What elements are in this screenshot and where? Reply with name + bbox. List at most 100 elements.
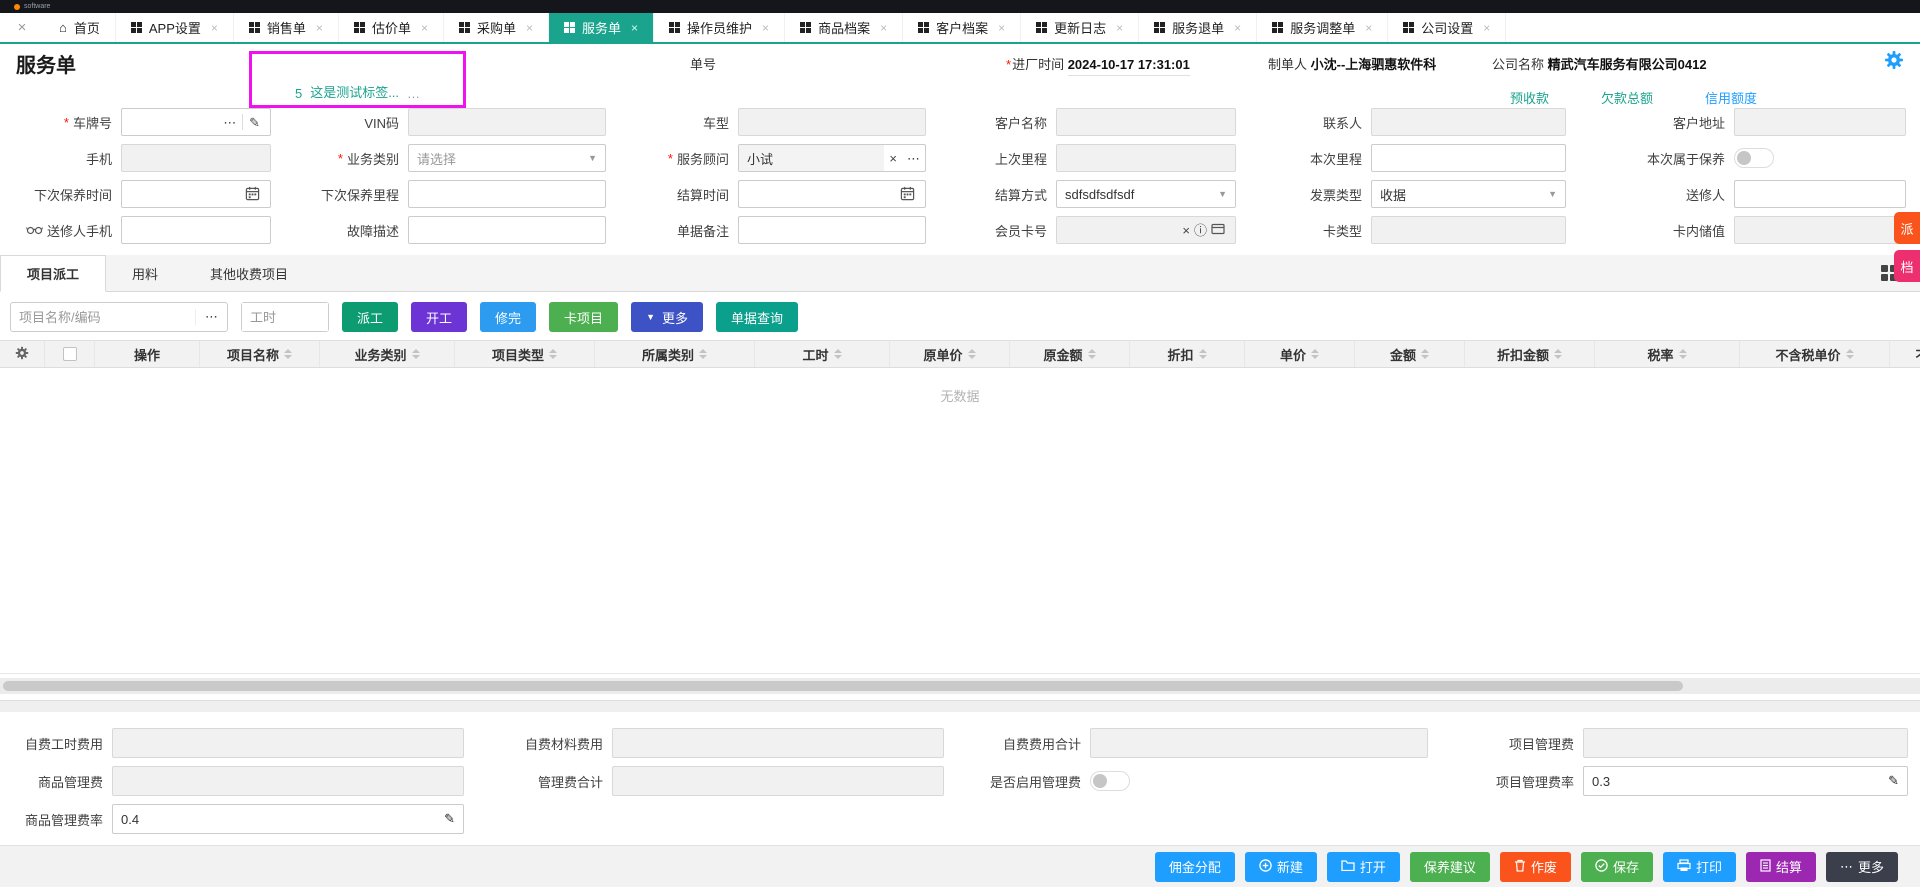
sort-icon[interactable] [1554,349,1562,359]
sort-icon[interactable] [1421,349,1429,359]
card-icon[interactable] [1209,223,1227,237]
maintenance-advice-button[interactable]: 保养建议 [1410,852,1490,882]
commission-button[interactable]: 佣金分配 [1155,852,1235,882]
arrears-link[interactable]: 欠款总额 [1601,88,1653,107]
print-button[interactable]: 打印 [1663,852,1736,882]
more-button[interactable]: ▼ 更多 [631,302,703,332]
sort-icon[interactable] [1679,349,1687,359]
tab-service-return[interactable]: 服务退单 × [1139,13,1257,42]
tag-text[interactable]: 这是测试标签... [310,82,399,101]
sort-icon[interactable] [699,349,707,359]
advisor-field[interactable]: 小试 × ⋯ [738,144,926,172]
lookup-ellipsis-icon[interactable]: ⋯ [195,309,227,325]
entry-time-value[interactable]: 2024-10-17 17:31:01 [1068,57,1190,76]
footer-more-button[interactable]: ⋯ 更多 [1826,852,1898,882]
clear-icon[interactable]: × [884,152,902,165]
lookup-ellipsis-icon[interactable]: ⋯ [221,116,238,129]
tab-project-dispatch[interactable]: 项目派工 [0,255,106,292]
close-tab-icon[interactable]: × [526,21,533,35]
tab-purchase-order[interactable]: 采购单 × [444,13,549,42]
tab-other-charges[interactable]: 其他收费项目 [184,255,314,291]
tab-company-settings[interactable]: 公司设置 × [1388,13,1506,42]
order-query-button[interactable]: 单据查询 [716,302,798,332]
close-tab-icon[interactable]: × [1483,21,1490,35]
tab-quote-order[interactable]: 估价单 × [339,13,444,42]
close-tab-icon[interactable]: × [1116,21,1123,35]
next-maintain-time-input[interactable] [130,181,243,207]
start-work-button[interactable]: 开工 [411,302,467,332]
sort-icon[interactable] [284,349,292,359]
remark-input[interactable] [747,217,917,243]
save-button[interactable]: 保存 [1581,852,1653,882]
close-tab-icon[interactable]: × [316,21,323,35]
tab-operator-maintenance[interactable]: 操作员维护 × [654,13,785,42]
open-button[interactable]: 打开 [1327,852,1400,882]
prepaid-link[interactable]: 预收款 [1510,88,1549,107]
tab-service-adjustment[interactable]: 服务调整单 × [1257,13,1388,42]
gear-icon[interactable] [15,346,29,363]
sort-icon[interactable] [1199,349,1207,359]
dispatch-button[interactable]: 派工 [342,302,398,332]
invoice-type-select[interactable]: 收据 ▼ [1371,180,1566,208]
tab-app-settings[interactable]: APP设置 × [116,13,234,42]
settings-gear-icon[interactable] [1884,50,1904,73]
card-item-button[interactable]: 卡项目 [549,302,618,332]
tab-materials[interactable]: 用料 [106,255,184,291]
close-tab-icon[interactable]: × [762,21,769,35]
new-button[interactable]: 新建 [1245,852,1317,882]
sort-icon[interactable] [549,349,557,359]
close-all-tabs-icon[interactable]: × [0,13,44,42]
close-tab-icon[interactable]: × [1365,21,1372,35]
sort-icon[interactable] [1088,349,1096,359]
sender-phone-input[interactable] [130,217,262,243]
tab-home[interactable]: ⌂ 首页 [44,13,116,42]
horizontal-scrollbar-thumb[interactable] [3,681,1683,691]
sort-icon[interactable] [1311,349,1319,359]
tab-sales-order[interactable]: 销售单 × [234,13,339,42]
sort-icon[interactable] [412,349,420,359]
mileage-input[interactable] [1380,145,1557,171]
enable-fee-toggle[interactable] [1090,771,1130,791]
archive-side-badge[interactable]: 档 [1894,250,1920,282]
tag-more-icon[interactable]: … [407,86,420,101]
info-icon[interactable]: ⓘ [1192,224,1209,237]
sort-icon[interactable] [834,349,842,359]
close-tab-icon[interactable]: × [1234,21,1241,35]
void-button[interactable]: 作废 [1500,852,1571,882]
select-all-checkbox[interactable] [63,347,77,361]
close-tab-icon[interactable]: × [421,21,428,35]
next-maintain-mileage-input[interactable] [417,181,597,207]
tab-goods-archive[interactable]: 商品档案 × [785,13,903,42]
finish-work-button[interactable]: 修完 [480,302,536,332]
dispatch-side-badge[interactable]: 派 [1894,212,1920,244]
horizontal-scrollbar-track[interactable] [0,678,1920,694]
sort-icon[interactable] [1846,349,1854,359]
settle-time-input[interactable] [747,181,898,207]
close-tab-icon[interactable]: × [211,21,218,35]
settle-method-select[interactable]: sdfsdfsdfsdf ▼ [1056,180,1236,208]
close-tab-icon[interactable]: × [880,21,887,35]
glasses-icon[interactable] [26,223,43,238]
close-tab-icon[interactable]: × [998,21,1005,35]
tab-customer-archive[interactable]: 客户档案 × [903,13,1021,42]
calendar-icon[interactable] [243,186,262,203]
sender-input[interactable] [1743,181,1897,207]
edit-pencil-icon[interactable]: ✎ [440,811,455,827]
settle-button[interactable]: 结算 [1746,852,1816,882]
fault-desc-input[interactable] [417,217,597,243]
biz-type-select[interactable]: 请选择 ▼ [408,144,606,172]
edit-pencil-icon[interactable]: ✎ [1884,773,1899,789]
calendar-icon[interactable] [898,186,917,203]
credit-link[interactable]: 信用额度 [1705,88,1757,107]
lookup-ellipsis-icon[interactable]: ⋯ [902,152,925,165]
clear-icon[interactable]: × [1180,224,1192,237]
close-tab-icon[interactable]: × [631,21,638,35]
tab-service-order[interactable]: 服务单 × [549,13,654,42]
sort-icon[interactable] [968,349,976,359]
plate-input[interactable] [130,109,221,135]
project-search-input[interactable] [11,310,195,325]
project-rate-input[interactable] [1592,774,1884,789]
tab-changelog[interactable]: 更新日志 × [1021,13,1139,42]
edit-pencil-icon[interactable]: ✎ [247,116,262,129]
goods-rate-input[interactable] [121,812,440,827]
